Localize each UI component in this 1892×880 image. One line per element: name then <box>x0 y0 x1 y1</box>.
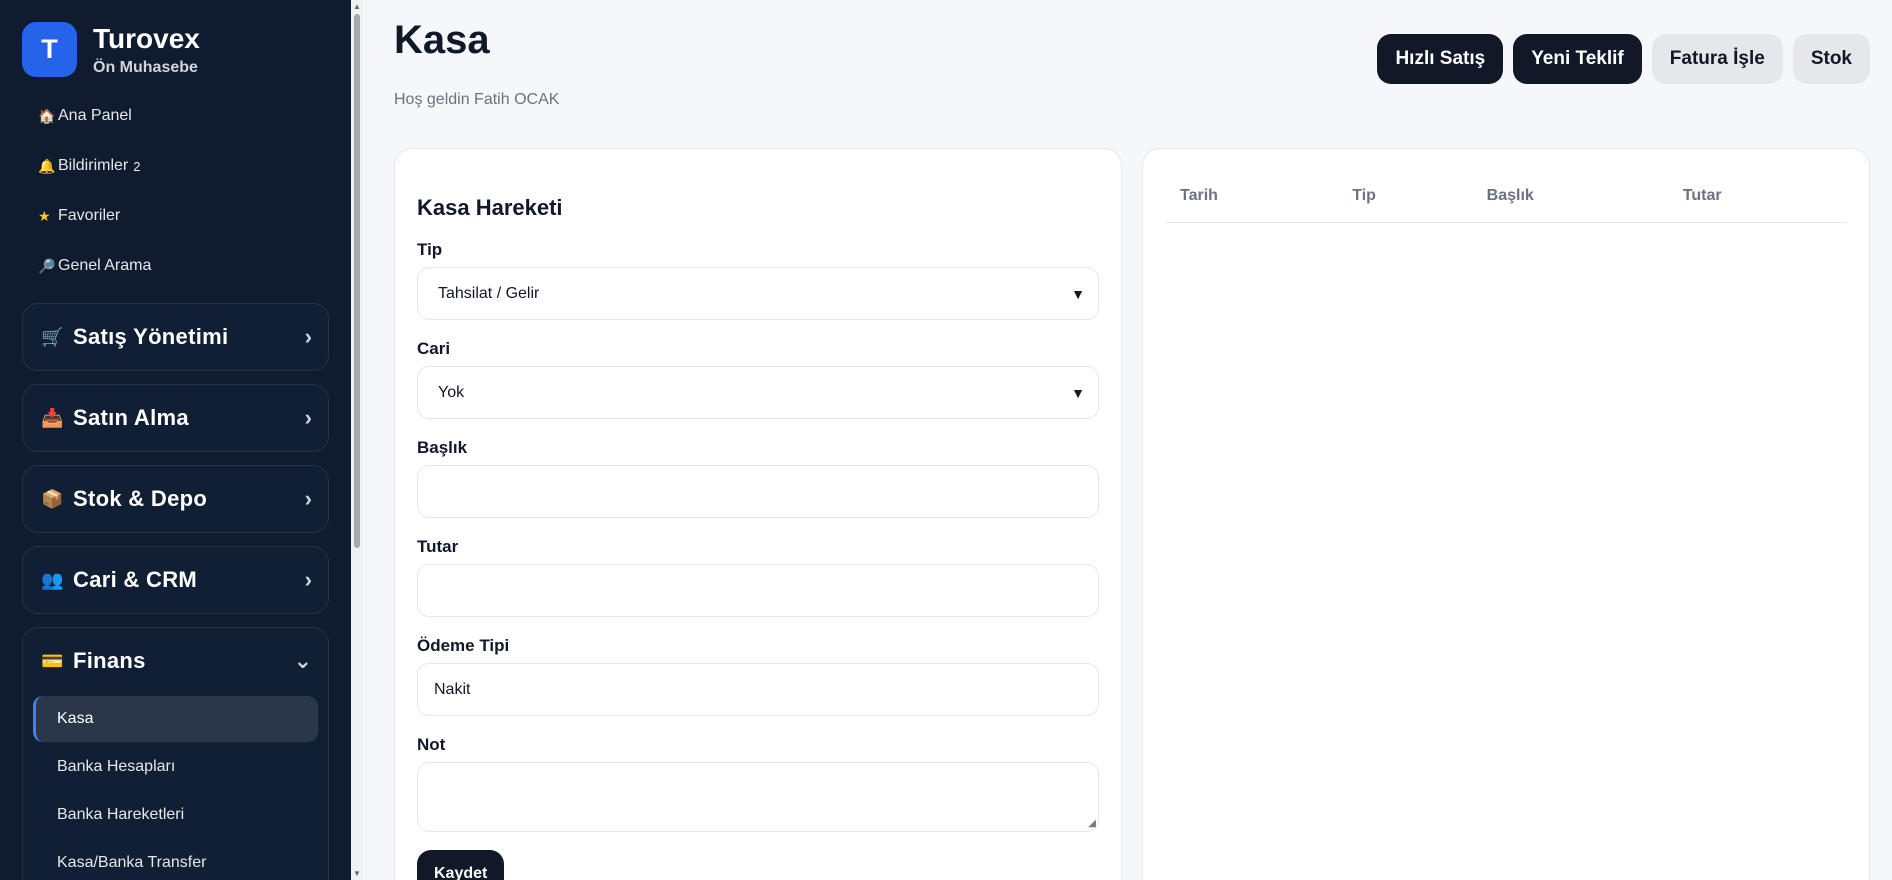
sidebar-item-bildirimler[interactable]: 🔔 Bildirimler 2 <box>0 141 351 191</box>
cash-movements-table: Tarih Tip Başlık Tutar <box>1142 148 1870 880</box>
form-title: Kasa Hareketi <box>417 195 563 220</box>
bell-icon: 🔔 <box>38 157 56 174</box>
sidebar-group-label: Finans <box>73 648 146 673</box>
cari-label: Cari <box>417 339 451 358</box>
sidebar-group-satin-alma: 📥 Satın Alma › <box>22 384 329 452</box>
package-icon: 📦 <box>41 488 64 509</box>
sidebar: T Turovex Ön Muhasebe 🏠 Ana Panel 🔔 Bild… <box>0 0 351 880</box>
brand[interactable]: T Turovex Ön Muhasebe <box>0 0 351 77</box>
chevron-down-icon: ▼ <box>1071 384 1085 401</box>
sidebar-group-label: Cari & CRM <box>73 567 198 592</box>
house-icon: 🏠 <box>38 107 56 124</box>
card-icon: 💳 <box>41 650 64 671</box>
odeme-tipi-input[interactable]: Nakit <box>417 663 1099 716</box>
save-button[interactable]: Kaydet <box>417 850 505 880</box>
stock-button[interactable]: Stok <box>1792 34 1870 84</box>
not-label: Not <box>417 735 446 754</box>
brand-subtitle: Ön Muhasebe <box>93 58 198 76</box>
sidebar-top-links: 🏠 Ana Panel 🔔 Bildirimler 2 ★ Favoriler … <box>0 91 351 291</box>
sidebar-group-label: Satış Yönetimi <box>73 324 229 349</box>
cash-movement-form: Kasa Hareketi Tip Tahsilat / Gelir ▼ Car… <box>394 148 1122 880</box>
sidebar-item-ana-panel[interactable]: 🏠 Ana Panel <box>0 91 351 141</box>
tutar-label: Tutar <box>417 537 459 556</box>
chevron-down-icon: ▼ <box>1071 285 1085 302</box>
main-content: Kasa Hoş geldin Fatih OCAK Hızlı Satış Y… <box>363 0 1892 880</box>
sidebar-item-label: Favoriler <box>58 207 121 224</box>
magnifier-icon: 🔎 <box>38 257 56 274</box>
odeme-tipi-value: Nakit <box>434 680 471 698</box>
quick-sale-button[interactable]: Hızlı Satış <box>1377 34 1504 84</box>
tip-select[interactable]: Tahsilat / Gelir ▼ <box>417 267 1099 320</box>
column-header-tutar[interactable]: Tutar <box>1668 187 1847 222</box>
sidebar-group-satin-alma-header[interactable]: 📥 Satın Alma › <box>23 385 328 451</box>
star-icon: ★ <box>38 207 51 224</box>
column-header-baslik[interactable]: Başlık <box>1472 187 1668 222</box>
sidebar-group-stok: 📦 Stok & Depo › <box>22 465 329 533</box>
notification-count-badge: 2 <box>133 158 141 174</box>
sidebar-item-kasa-banka-transfer[interactable]: Kasa/Banka Transfer <box>33 840 318 880</box>
new-offer-button[interactable]: Yeni Teklif <box>1513 34 1642 84</box>
cari-select-value: Yok <box>438 383 465 401</box>
resize-handle-icon[interactable]: ◢ <box>1088 818 1096 829</box>
baslik-label: Başlık <box>417 438 468 457</box>
sidebar-item-label: Ana Panel <box>58 107 132 124</box>
cari-select[interactable]: Yok ▼ <box>417 366 1099 419</box>
sidebar-item-banka-hareketleri[interactable]: Banka Hareketleri <box>33 792 318 838</box>
scroll-up-icon[interactable]: ▲ <box>353 2 361 11</box>
sidebar-item-genel-arama[interactable]: 🔎 Genel Arama <box>0 241 351 291</box>
tutar-input[interactable] <box>417 564 1099 617</box>
process-invoice-button[interactable]: Fatura İşle <box>1651 34 1783 84</box>
baslik-input[interactable] <box>417 465 1099 518</box>
header-actions: Hızlı Satış Yeni Teklif Fatura İşle Stok <box>1377 34 1870 84</box>
sidebar-item-favoriler[interactable]: ★ Favoriler <box>0 191 351 241</box>
sidebar-group-stok-header[interactable]: 📦 Stok & Depo › <box>23 466 328 532</box>
sidebar-group-finans: 💳 Finans ⌄ Kasa Banka Hesapları Banka Ha… <box>22 627 329 880</box>
tip-label: Tip <box>417 240 443 259</box>
brand-logo: T <box>22 22 77 77</box>
column-header-tip[interactable]: Tip <box>1337 187 1471 222</box>
sidebar-group-cari-header[interactable]: 👥 Cari & CRM › <box>23 547 328 613</box>
page-title: Kasa <box>394 18 490 62</box>
inbox-icon: 📥 <box>41 407 64 428</box>
welcome-text: Hoş geldin Fatih OCAK <box>394 91 560 108</box>
brand-name: Turovex <box>93 22 200 54</box>
sidebar-scrollbar[interactable]: ▲ ▼ <box>351 0 363 880</box>
column-header-tarih[interactable]: Tarih <box>1165 187 1337 222</box>
sidebar-item-label: Genel Arama <box>58 257 152 274</box>
sidebar-item-label: Bildirimler <box>58 157 129 174</box>
sidebar-item-banka-hesaplari[interactable]: Banka Hesapları <box>33 744 318 790</box>
chevron-right-icon: › <box>304 405 312 430</box>
chevron-right-icon: › <box>304 486 312 511</box>
chevron-right-icon: › <box>304 324 312 349</box>
cart-icon: 🛒 <box>41 326 64 347</box>
odeme-tipi-label: Ödeme Tipi <box>417 636 510 655</box>
not-textarea[interactable]: ◢ <box>417 762 1099 832</box>
table-header: Tarih Tip Başlık Tutar <box>1165 187 1847 223</box>
sidebar-group-finans-header[interactable]: 💳 Finans ⌄ <box>23 628 328 694</box>
chevron-right-icon: › <box>304 567 312 592</box>
sidebar-group-cari: 👥 Cari & CRM › <box>22 546 329 614</box>
sidebar-group-label: Satın Alma <box>73 405 189 430</box>
chevron-down-icon: ⌄ <box>293 648 312 673</box>
sidebar-group-satis: 🛒 Satış Yönetimi › <box>22 303 329 371</box>
people-icon: 👥 <box>41 569 64 590</box>
scroll-down-icon[interactable]: ▼ <box>353 869 361 878</box>
sidebar-group-label: Stok & Depo <box>73 486 208 511</box>
scrollbar-thumb[interactable] <box>354 14 360 548</box>
tip-select-value: Tahsilat / Gelir <box>438 284 540 302</box>
sidebar-group-satis-header[interactable]: 🛒 Satış Yönetimi › <box>23 304 328 370</box>
sidebar-item-kasa[interactable]: Kasa <box>33 696 318 742</box>
